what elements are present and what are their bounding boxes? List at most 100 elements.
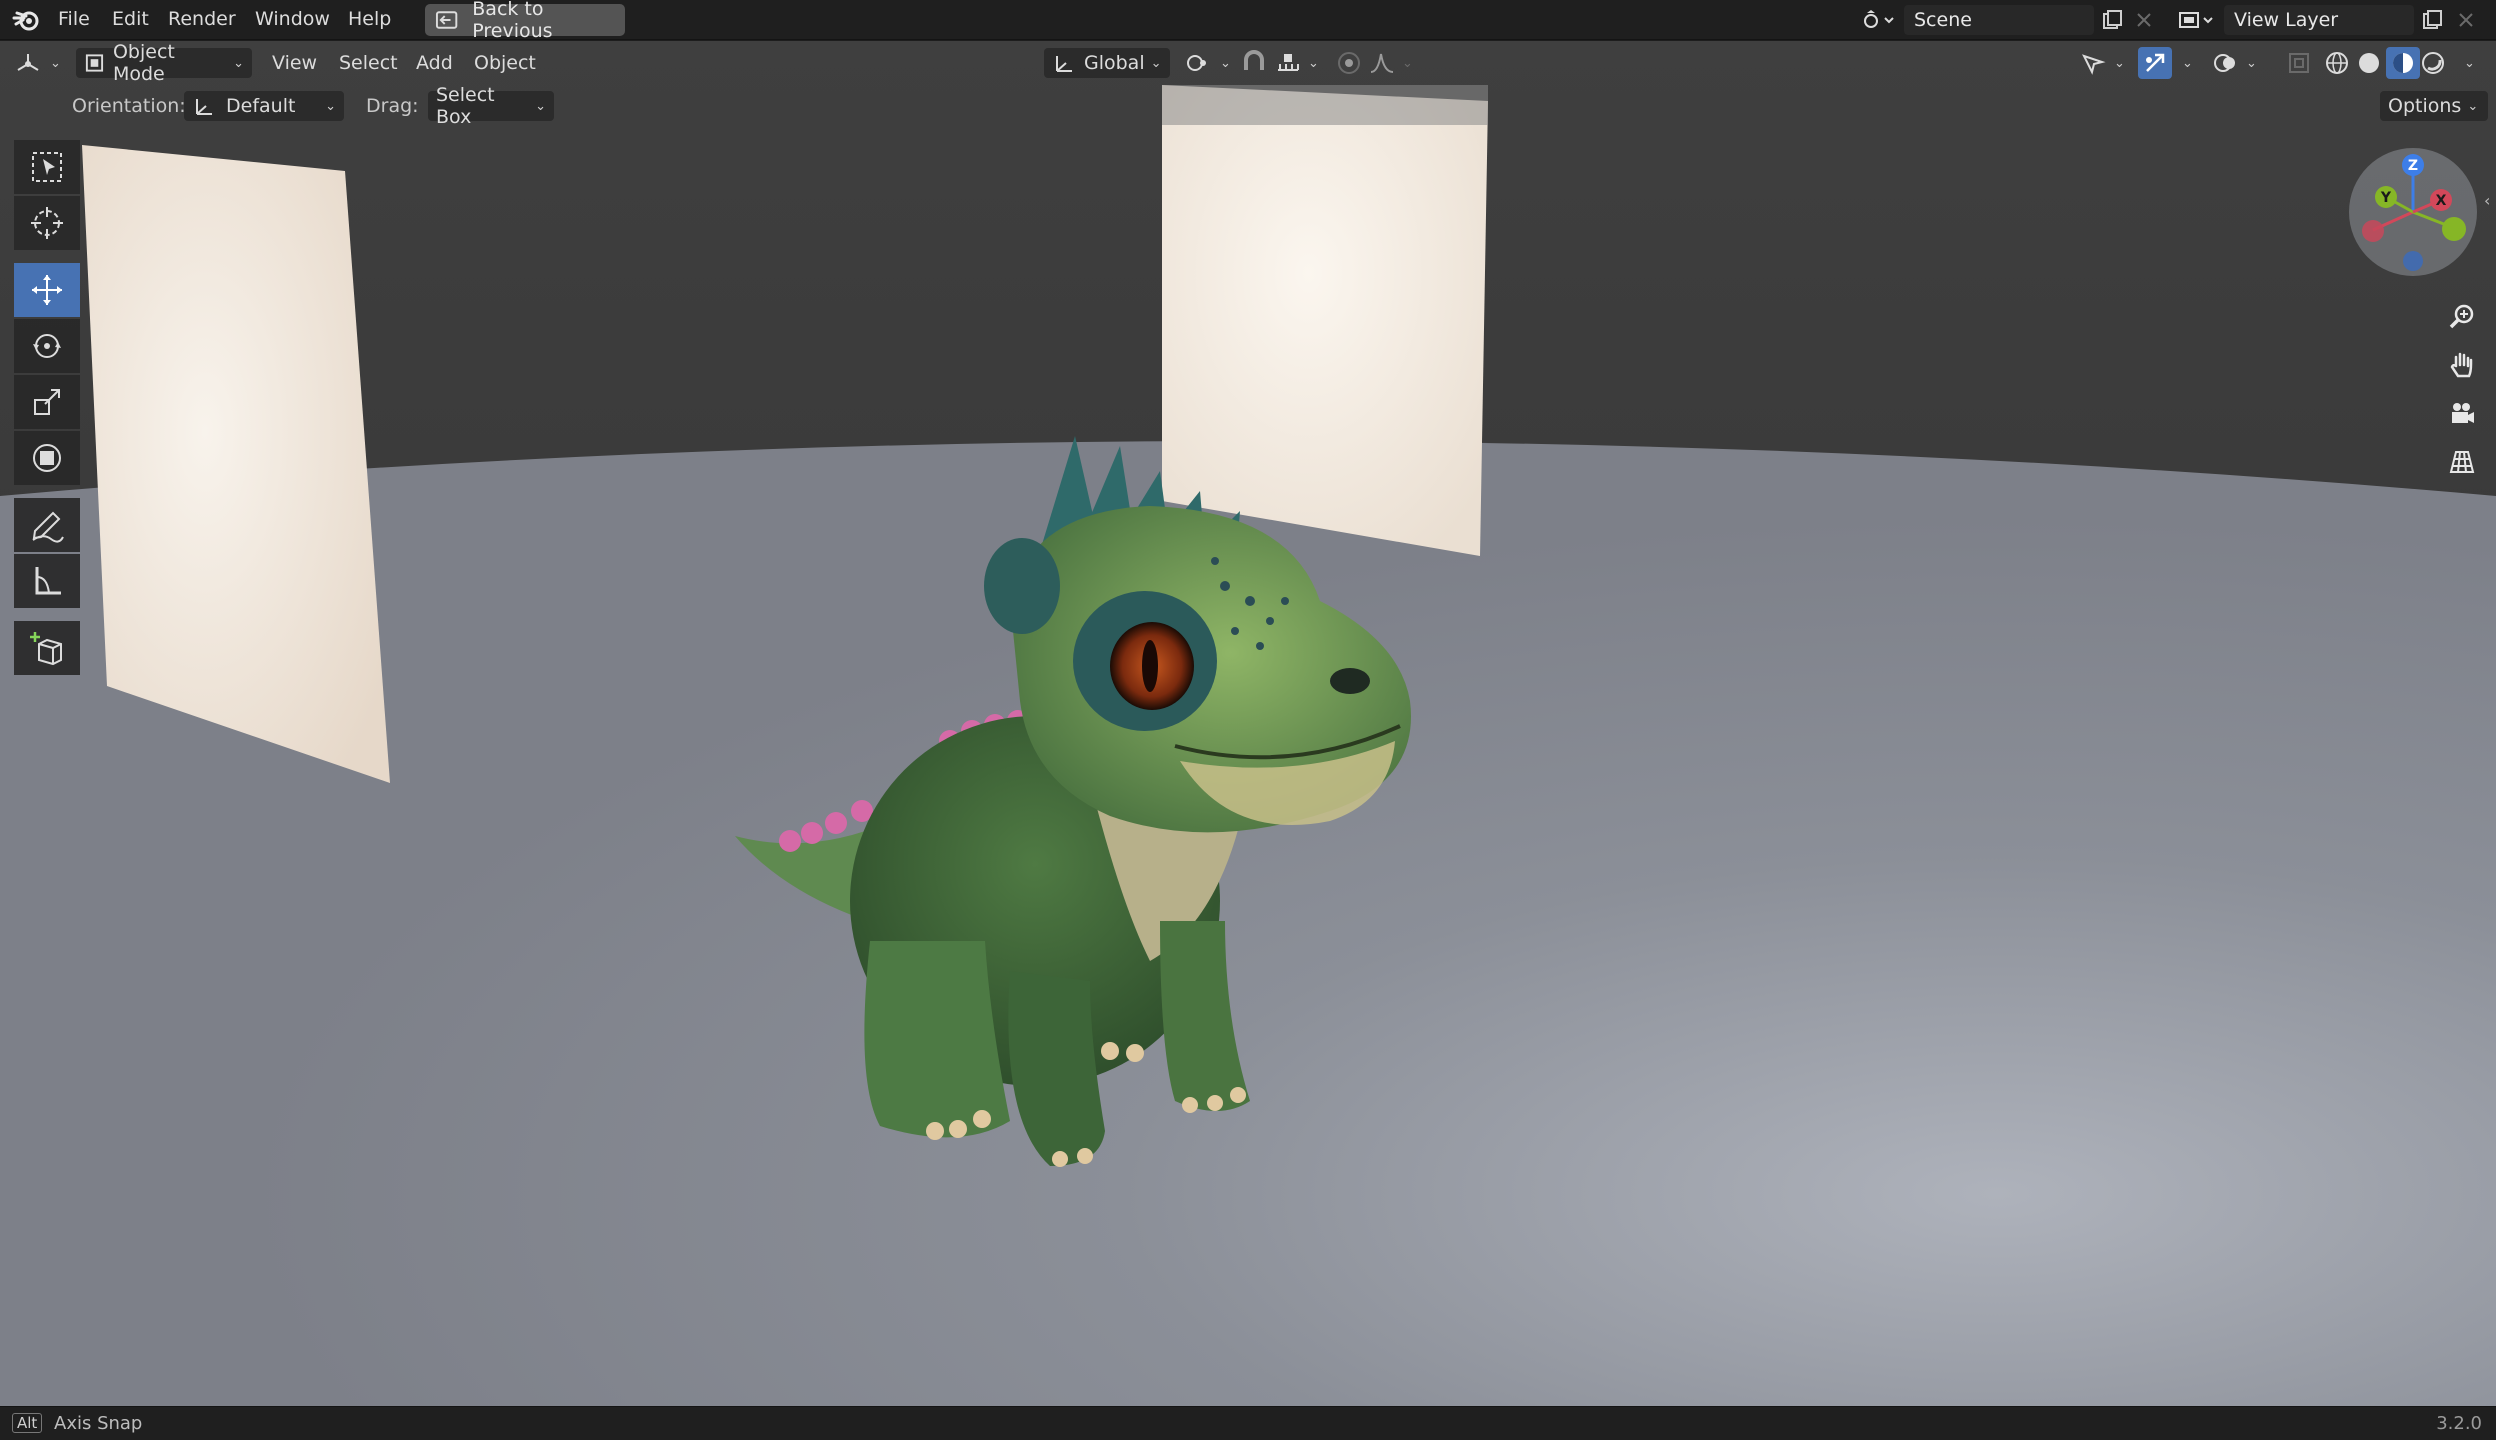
camera-view-button[interactable] bbox=[2440, 392, 2484, 436]
orientation-value: Default bbox=[226, 95, 296, 117]
chevron-down-icon: ⌄ bbox=[2467, 98, 2479, 114]
gizmo-y-label: Y bbox=[2380, 190, 2392, 206]
chevron-down-icon: ⌄ bbox=[1308, 55, 1319, 71]
chevron-down-icon: ⌄ bbox=[1220, 55, 1231, 71]
chevron-down-icon: ⌄ bbox=[233, 55, 244, 71]
tool-measure[interactable] bbox=[14, 554, 80, 608]
viewport-editor-icon bbox=[17, 54, 39, 71]
pivot-point-icon bbox=[1187, 55, 1206, 71]
chevron-down-icon: ⌄ bbox=[2114, 55, 2125, 71]
proportional-editing-toggle[interactable] bbox=[1336, 48, 1362, 78]
zoom-magnifier-icon bbox=[2449, 304, 2474, 329]
drag-selector[interactable]: Select Box ⌄ bbox=[428, 84, 554, 128]
transform-orientation-selector[interactable]: Global ⌄ bbox=[1044, 48, 1170, 78]
new-scene-icon[interactable] bbox=[2098, 6, 2126, 34]
chevron-down-icon: ⌄ bbox=[50, 55, 61, 71]
view-layer-browse-icon[interactable] bbox=[2174, 6, 2218, 34]
annotate-pencil-icon bbox=[32, 511, 64, 543]
menu-add[interactable]: Add bbox=[416, 48, 453, 78]
proportional-editing-icon bbox=[1338, 52, 1360, 74]
add-cube-icon bbox=[30, 632, 62, 666]
hand-icon bbox=[2450, 352, 2473, 378]
tool-cursor[interactable] bbox=[14, 196, 80, 250]
snap-target-selector[interactable]: ⌄ bbox=[1274, 48, 1319, 78]
gizmo-toggle[interactable] bbox=[2138, 47, 2172, 79]
tool-scale[interactable] bbox=[14, 375, 80, 429]
perspective-toggle-button[interactable] bbox=[2440, 440, 2484, 484]
view-layer-name-field[interactable]: View Layer bbox=[2224, 5, 2414, 35]
menu-view[interactable]: View bbox=[272, 48, 317, 78]
mode-selector[interactable]: Object Mode ⌄ bbox=[76, 41, 252, 85]
orientation-axes-icon bbox=[1056, 56, 1072, 72]
gizmo-options-dropdown[interactable]: ⌄ bbox=[2176, 48, 2193, 78]
delete-view-layer-icon[interactable] bbox=[2452, 6, 2480, 34]
chevron-down-icon: ⌄ bbox=[535, 98, 546, 114]
status-bar: Alt Axis Snap 3.2.0 bbox=[0, 1406, 2496, 1440]
drag-value: Select Box bbox=[436, 84, 495, 128]
snap-toggle[interactable] bbox=[1240, 48, 1268, 78]
xray-icon bbox=[2289, 53, 2309, 73]
chevron-down-icon: ⌄ bbox=[1402, 55, 1413, 71]
options-dropdown[interactable]: Options ⌄ bbox=[2380, 91, 2488, 121]
menu-render[interactable]: Render bbox=[168, 8, 236, 30]
menu-select[interactable]: Select bbox=[339, 48, 398, 78]
back-icon bbox=[435, 11, 458, 29]
scale-icon bbox=[34, 389, 60, 415]
editor-type-selector[interactable]: ⌄ bbox=[14, 48, 61, 78]
overlays-icon bbox=[2214, 54, 2235, 72]
pivot-point-selector[interactable]: ⌄ bbox=[1184, 48, 1231, 78]
snap-increment-icon bbox=[1278, 54, 1299, 71]
wireframe-sphere-icon bbox=[2326, 52, 2348, 74]
menu-help[interactable]: Help bbox=[348, 8, 391, 30]
selectability-visibility-selector[interactable]: ⌄ bbox=[2080, 48, 2125, 78]
camera-icon bbox=[2452, 403, 2474, 423]
rendered-shading-button[interactable] bbox=[2420, 48, 2446, 78]
menu-object[interactable]: Object bbox=[474, 48, 536, 78]
cursor-arrow-icon bbox=[2082, 54, 2106, 75]
chevron-down-icon: ⌄ bbox=[2182, 55, 2193, 71]
tool-select-box[interactable] bbox=[14, 140, 80, 194]
transform-orientation-label: Global bbox=[1084, 52, 1145, 74]
menu-edit[interactable]: Edit bbox=[112, 8, 149, 30]
zoom-view-button[interactable] bbox=[2440, 295, 2484, 339]
mode-label: Object Mode bbox=[112, 41, 175, 85]
pan-view-button[interactable] bbox=[2440, 343, 2484, 387]
3d-viewport[interactable]: ⌄ Object Mode ⌄ View Select Add Object G… bbox=[0, 41, 2496, 1406]
navigation-gizmo[interactable]: Z Y X bbox=[2346, 145, 2480, 279]
tool-add-cube[interactable] bbox=[14, 621, 80, 675]
orientation-axes-icon bbox=[196, 99, 212, 115]
wireframe-shading-button[interactable] bbox=[2324, 48, 2350, 78]
shading-options-dropdown[interactable]: ⌄ bbox=[2458, 48, 2475, 78]
orientation-selector[interactable]: Default ⌄ bbox=[184, 91, 344, 121]
menu-window[interactable]: Window bbox=[255, 8, 330, 30]
scene-name: Scene bbox=[1914, 9, 1972, 31]
overlays-toggle[interactable]: ⌄ bbox=[2212, 48, 2257, 78]
tool-rotate[interactable] bbox=[14, 319, 80, 373]
magnet-icon bbox=[1244, 50, 1264, 70]
measure-ruler-icon bbox=[35, 567, 61, 595]
version-label: 3.2.0 bbox=[2436, 1413, 2482, 1434]
delete-scene-icon[interactable] bbox=[2130, 6, 2158, 34]
proportional-falloff-selector[interactable]: ⌄ bbox=[1368, 48, 1413, 78]
view-layer-name: View Layer bbox=[2234, 9, 2339, 31]
gizmo-z-label: Z bbox=[2408, 158, 2418, 174]
sidebar-expand-icon[interactable]: ‹ bbox=[2484, 191, 2490, 210]
chevron-down-icon: ⌄ bbox=[325, 98, 336, 114]
menu-file[interactable]: File bbox=[58, 8, 90, 30]
blender-logo-icon[interactable] bbox=[12, 6, 40, 34]
solid-shading-button[interactable] bbox=[2356, 48, 2382, 78]
back-to-previous-button[interactable]: Back to Previous bbox=[425, 0, 625, 42]
new-view-layer-icon[interactable] bbox=[2418, 6, 2446, 34]
tool-transform[interactable] bbox=[14, 431, 80, 485]
status-hint: Axis Snap bbox=[54, 1413, 143, 1434]
xray-toggle[interactable] bbox=[2286, 48, 2312, 78]
viewport-scene bbox=[0, 41, 2496, 1406]
grid-perspective-icon bbox=[2449, 451, 2475, 473]
tool-move[interactable] bbox=[14, 263, 80, 317]
tool-annotate[interactable] bbox=[14, 498, 80, 552]
scene-name-field[interactable]: Scene bbox=[1904, 5, 2094, 35]
back-to-previous-label: Back to Previous bbox=[472, 0, 553, 42]
material-sphere-icon bbox=[2393, 53, 2413, 73]
material-preview-shading-button[interactable] bbox=[2386, 47, 2420, 79]
scene-browse-icon[interactable] bbox=[1858, 6, 1898, 34]
